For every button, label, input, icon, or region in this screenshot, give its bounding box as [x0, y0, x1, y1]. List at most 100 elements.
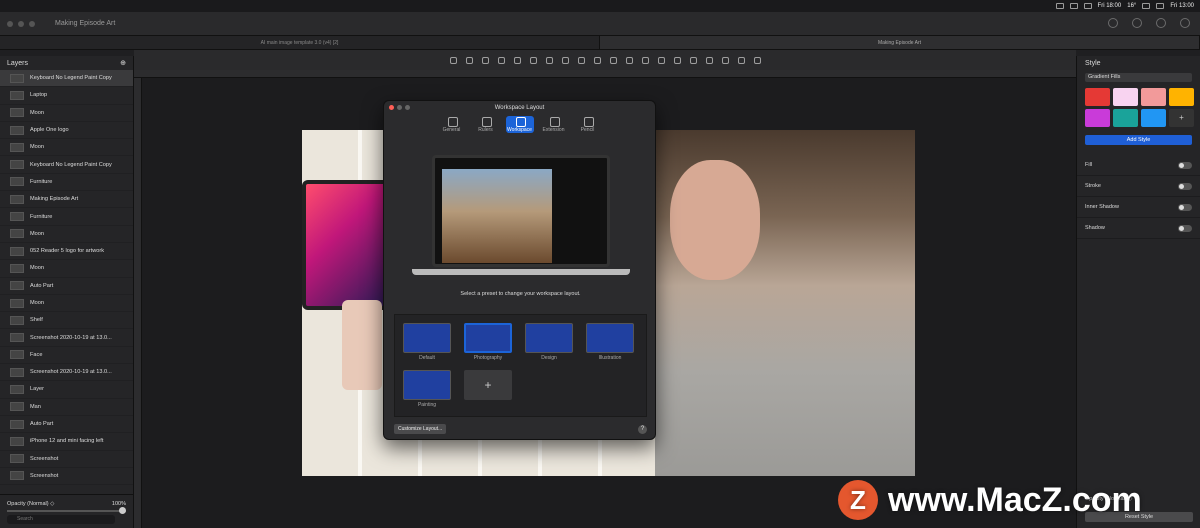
swatch-red[interactable] — [1085, 88, 1110, 106]
add-style-button[interactable]: Add Style — [1085, 135, 1192, 145]
layer-row[interactable]: Furniture — [0, 208, 133, 226]
layer-row[interactable]: Shelf — [0, 312, 133, 330]
pen-tool-icon[interactable] — [705, 56, 713, 64]
customize-layout-button[interactable]: Customize Layout... — [394, 424, 447, 434]
layers-search-input[interactable]: Search — [7, 515, 115, 524]
text-tool-icon[interactable] — [673, 56, 681, 64]
tab-making-episode-art[interactable]: Making Episode Art — [600, 36, 1200, 49]
add-preset-button[interactable]: + — [464, 370, 512, 400]
window-controls[interactable] — [7, 20, 35, 27]
zoom-dot-icon[interactable] — [29, 20, 35, 27]
layer-row[interactable]: Screenshot 2020-10-19 at 13.0... — [0, 364, 133, 382]
layer-row[interactable]: 052 Reader 5 logo for artwork — [0, 243, 133, 261]
layer-row[interactable]: Moon — [0, 105, 133, 122]
share-icon[interactable] — [1180, 18, 1190, 28]
menu-status-icon[interactable] — [1083, 3, 1092, 9]
minimize-dot-icon[interactable] — [18, 20, 24, 27]
horizontal-ruler[interactable] — [134, 70, 1076, 78]
preset-design[interactable]: Design — [525, 323, 573, 361]
shadow-toggle[interactable] — [1178, 224, 1192, 232]
close-dot-icon[interactable] — [7, 20, 13, 27]
opacity-label[interactable]: Opacity (Normal) ◇ — [7, 501, 54, 507]
layer-row[interactable]: Keyboard No Legend Paint Copy — [0, 156, 133, 174]
dialog-zoom-icon[interactable] — [405, 105, 410, 110]
layer-row[interactable]: Auto Part — [0, 416, 133, 434]
add-layer-icon[interactable]: ⊕ — [120, 59, 126, 67]
preset-painting[interactable]: Painting — [403, 370, 451, 408]
tab-pencil[interactable]: Pencil — [574, 116, 602, 133]
help-button[interactable]: ? — [638, 425, 647, 434]
layer-row[interactable]: Moon — [0, 295, 133, 313]
fill-tool-icon[interactable] — [561, 56, 569, 64]
style-panel: Style Gradient Fills + Add Style Fill St… — [1076, 56, 1200, 528]
hand-tool-icon[interactable] — [721, 56, 729, 64]
layer-row[interactable]: Layer — [0, 381, 133, 399]
gradient-tool-icon[interactable] — [577, 56, 585, 64]
eraser-tool-icon[interactable] — [545, 56, 553, 64]
swatch-blue[interactable] — [1141, 109, 1166, 127]
tab-template[interactable]: AI main image template 3.0 (v4) [2] — [0, 36, 600, 49]
layer-row[interactable]: Keyboard No Legend Paint Copy — [0, 70, 133, 88]
paint-tool-icon[interactable] — [513, 56, 521, 64]
transform-tool-icon[interactable] — [753, 56, 761, 64]
brush-tool-icon[interactable] — [529, 56, 537, 64]
tab-workspace[interactable]: Workspace — [505, 116, 534, 133]
smudge-tool-icon[interactable] — [625, 56, 633, 64]
slider-knob[interactable] — [119, 507, 126, 514]
more-icon[interactable] — [1156, 18, 1166, 28]
layer-row[interactable]: Screenshot 2020-10-19 at 13.0... — [0, 329, 133, 347]
control-center-icon[interactable] — [1156, 3, 1165, 9]
menu-status-icon[interactable] — [1069, 3, 1078, 9]
preset-photography[interactable]: Photography — [464, 323, 512, 361]
layer-row[interactable]: Face — [0, 347, 133, 365]
stroke-toggle[interactable] — [1178, 182, 1192, 190]
fills-select[interactable]: Gradient Fills — [1085, 73, 1192, 82]
dialog-close-icon[interactable] — [389, 105, 394, 110]
layer-row[interactable]: Moon — [0, 139, 133, 157]
tab-rulers[interactable]: Rulers — [472, 116, 500, 133]
layer-row[interactable]: Screenshot — [0, 451, 133, 468]
menu-clock[interactable]: Fri 13:00 — [1170, 3, 1194, 9]
burn-tool-icon[interactable] — [657, 56, 665, 64]
zoom-tool-icon[interactable] — [737, 56, 745, 64]
layer-row[interactable]: Moon — [0, 260, 133, 278]
inner-shadow-toggle[interactable] — [1178, 203, 1192, 211]
export-icon[interactable] — [1132, 18, 1142, 28]
swatch-teal[interactable] — [1113, 109, 1138, 127]
layer-row[interactable]: Laptop — [0, 87, 133, 105]
menu-status-icon[interactable] — [1055, 3, 1064, 9]
opacity-slider[interactable] — [7, 507, 126, 514]
shape-tool-icon[interactable] — [689, 56, 697, 64]
layer-row[interactable]: Making Episode Art — [0, 191, 133, 209]
layer-row[interactable]: Moon — [0, 226, 133, 243]
layer-row[interactable]: Auto Part — [0, 278, 133, 295]
preset-illustration[interactable]: Illustration — [586, 323, 634, 361]
magic-tool-icon[interactable] — [481, 56, 489, 64]
vertical-ruler[interactable] — [134, 78, 142, 528]
layer-row[interactable]: Screenshot — [0, 468, 133, 486]
dialog-controls[interactable] — [389, 105, 410, 110]
dodge-tool-icon[interactable] — [641, 56, 649, 64]
dialog-minimize-icon[interactable] — [397, 105, 402, 110]
swatch-salmon[interactable] — [1141, 88, 1166, 106]
layer-row[interactable]: Man — [0, 399, 133, 416]
move-tool-icon[interactable] — [449, 56, 457, 64]
layer-row[interactable]: Furniture — [0, 174, 133, 192]
select-tool-icon[interactable] — [465, 56, 473, 64]
blur-tool-icon[interactable] — [593, 56, 601, 64]
tab-general[interactable]: General — [438, 116, 466, 133]
sharpen-tool-icon[interactable] — [609, 56, 617, 64]
fill-toggle[interactable] — [1178, 161, 1192, 169]
wifi-icon[interactable] — [1142, 3, 1151, 9]
swatch-pink[interactable] — [1113, 88, 1138, 106]
layer-row[interactable]: Apple One logo — [0, 122, 133, 140]
swatch-purple[interactable] — [1085, 109, 1110, 127]
info-icon[interactable] — [1108, 18, 1118, 28]
add-swatch-button[interactable]: + — [1169, 109, 1194, 127]
preset-default[interactable]: Default — [403, 323, 451, 361]
swatch-orange[interactable] — [1169, 88, 1194, 106]
crop-tool-icon[interactable] — [497, 56, 505, 64]
tab-extension[interactable]: Extension — [540, 116, 568, 133]
opacity-value[interactable]: 100% — [112, 501, 126, 507]
layer-row[interactable]: iPhone 12 and mini facing left — [0, 433, 133, 451]
